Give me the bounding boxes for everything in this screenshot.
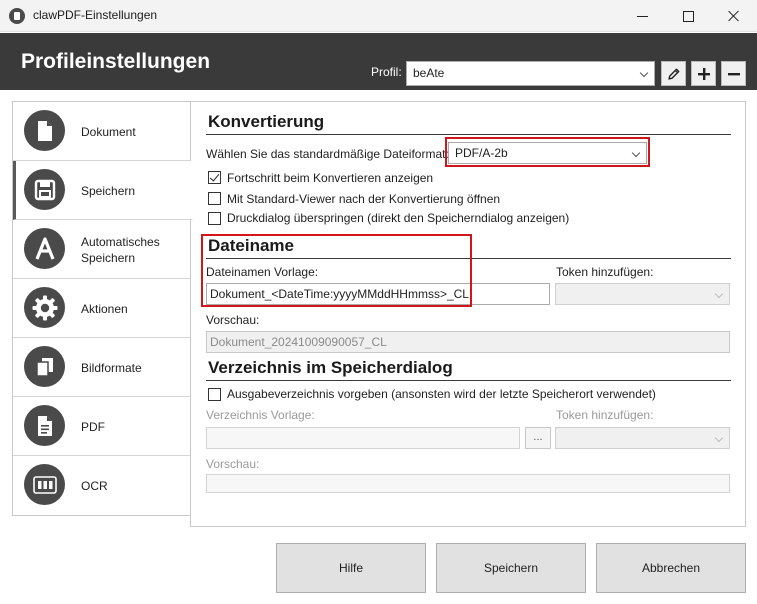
chevron-down-icon [639, 68, 649, 78]
nav-item-aktionen[interactable]: Aktionen [13, 279, 190, 338]
title-bar: clawPDF-Einstellungen [0, 0, 757, 32]
directory-token-label: Token hinzufügen: [556, 408, 654, 422]
directory-token-select[interactable] [555, 427, 730, 449]
minimize-button[interactable] [619, 0, 665, 32]
filename-preview-field: Dokument_20241009090057_CL [206, 331, 730, 353]
help-button[interactable]: Hilfe [276, 543, 426, 593]
nav-label: Automatisches Speichern [81, 235, 160, 265]
settings-panel: Konvertierung Wählen Sie das standardmäß… [190, 101, 746, 527]
plus-icon [697, 67, 710, 80]
format-select[interactable]: PDF/A-2b [448, 142, 647, 164]
close-button[interactable] [711, 0, 757, 32]
nav-item-pdf[interactable]: PDF [13, 397, 190, 456]
profile-label: Profil: [371, 65, 402, 79]
minus-icon [727, 72, 740, 75]
add-profile-button[interactable] [691, 61, 716, 86]
checkbox-label: Mit Standard-Viewer nach der Konvertieru… [227, 192, 501, 206]
maximize-button[interactable] [665, 0, 711, 32]
nav-item-bildformate[interactable]: Bildformate [13, 338, 190, 397]
nav-label: OCR [81, 479, 108, 493]
filename-template-input[interactable]: Dokument_<DateTime:yyyyMMddHHmmss>_CL [206, 283, 550, 305]
browse-button[interactable]: ... [525, 427, 551, 449]
section-divider [206, 134, 731, 135]
directory-preview-field [206, 474, 730, 493]
nav-item-dokument[interactable]: Dokument [13, 102, 190, 161]
nav-label: Aktionen [81, 302, 128, 316]
page-title: Profileinstellungen [21, 50, 211, 73]
chevron-down-icon [714, 433, 724, 443]
checkbox-open-viewer[interactable] [208, 192, 221, 205]
window-title: clawPDF-Einstellungen [33, 8, 158, 22]
checkbox-label: Ausgabeverzeichnis vorgeben (ansonsten w… [227, 387, 656, 401]
checkbox-skip-print-dialog[interactable] [208, 212, 221, 225]
section-divider [206, 380, 731, 381]
filename-template-label: Dateinamen Vorlage: [206, 265, 319, 279]
remove-profile-button[interactable] [721, 61, 746, 86]
settings-nav: Dokument Speichern Automatisches Speiche… [12, 101, 193, 516]
cancel-button[interactable]: Abbrechen [596, 543, 746, 593]
auto-save-icon [24, 228, 65, 269]
checkbox-show-progress[interactable] [208, 171, 221, 184]
image-formats-icon [24, 346, 65, 387]
nav-item-speichern[interactable]: Speichern [13, 161, 193, 220]
ocr-icon [24, 464, 65, 505]
section-title-konvertierung: Konvertierung [208, 112, 325, 131]
section-divider [206, 258, 731, 259]
format-label: Wählen Sie das standardmäßige Dateiforma… [206, 147, 449, 161]
save-icon [24, 169, 65, 210]
save-button[interactable]: Speichern [436, 543, 586, 593]
directory-template-label: Verzeichnis Vorlage: [206, 408, 315, 422]
nav-label: Dokument [81, 125, 136, 139]
directory-template-input[interactable] [206, 427, 520, 449]
checkbox-output-directory[interactable] [208, 388, 221, 401]
app-icon [9, 8, 25, 24]
chevron-down-icon [714, 289, 724, 299]
nav-label: PDF [81, 420, 105, 434]
gear-icon [24, 287, 65, 328]
nav-item-automatisches-speichern[interactable]: Automatisches Speichern [13, 220, 190, 279]
header: Profileinstellungen Profil: beAte [0, 33, 757, 90]
document-icon [24, 110, 65, 151]
filename-preview-label: Vorschau: [206, 313, 260, 327]
checkbox-label: Druckdialog überspringen (direkt den Spe… [227, 211, 570, 225]
directory-preview-label: Vorschau: [206, 457, 260, 471]
format-select-value: PDF/A-2b [455, 146, 508, 160]
nav-label: Speichern [81, 184, 136, 198]
filename-token-select[interactable] [555, 283, 730, 305]
chevron-down-icon [631, 148, 641, 158]
pdf-icon [24, 405, 65, 446]
nav-label: Bildformate [81, 361, 142, 375]
edit-profile-button[interactable] [661, 61, 686, 86]
pencil-icon [667, 68, 679, 80]
profile-select-value: beAte [413, 66, 445, 80]
section-title-verzeichnis: Verzeichnis im Speicherdialog [208, 358, 453, 377]
profile-select[interactable]: beAte [406, 61, 655, 86]
maximize-icon [682, 10, 694, 22]
minimize-icon [636, 15, 648, 17]
section-title-dateiname: Dateiname [208, 236, 294, 255]
close-icon [728, 10, 740, 22]
checkbox-label: Fortschritt beim Konvertieren anzeigen [227, 171, 434, 185]
nav-item-ocr[interactable]: OCR [13, 456, 190, 515]
filename-token-label: Token hinzufügen: [556, 265, 654, 279]
